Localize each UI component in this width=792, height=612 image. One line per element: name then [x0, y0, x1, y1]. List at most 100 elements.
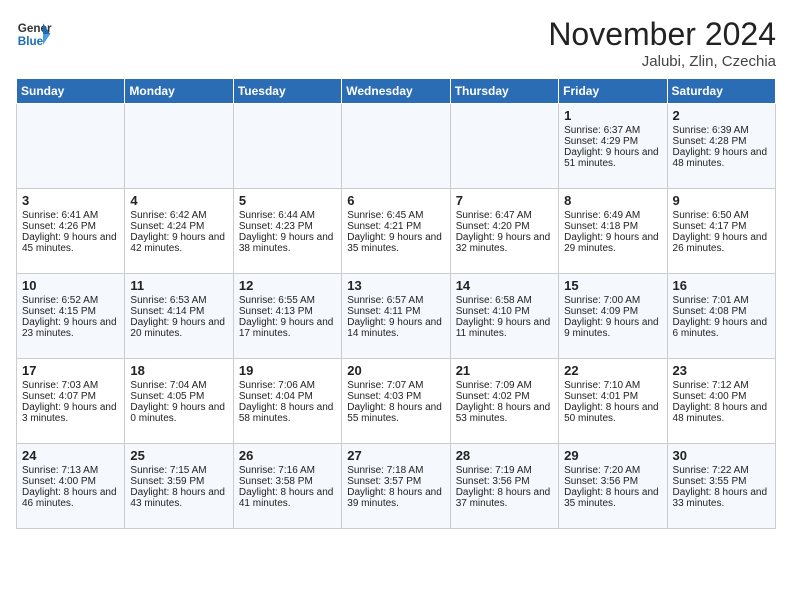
weekday-header-cell: Tuesday: [233, 79, 341, 104]
calendar-cell: [342, 104, 450, 189]
day-info: Sunset: 4:04 PM: [239, 391, 336, 402]
calendar-cell: 15Sunrise: 7:00 AMSunset: 4:09 PMDayligh…: [559, 274, 667, 359]
day-number: 18: [130, 363, 227, 378]
calendar-cell: 12Sunrise: 6:55 AMSunset: 4:13 PMDayligh…: [233, 274, 341, 359]
calendar-cell: 22Sunrise: 7:10 AMSunset: 4:01 PMDayligh…: [559, 359, 667, 444]
day-info: Daylight: 9 hours and 48 minutes.: [673, 147, 770, 169]
day-info: Sunset: 4:29 PM: [564, 136, 661, 147]
day-info: Sunrise: 7:09 AM: [456, 380, 553, 391]
day-number: 19: [239, 363, 336, 378]
day-info: Sunset: 3:57 PM: [347, 476, 444, 487]
logo: General Blue: [16, 16, 52, 52]
day-info: Daylight: 9 hours and 11 minutes.: [456, 317, 553, 339]
day-info: Sunset: 4:00 PM: [673, 391, 770, 402]
calendar-cell: 14Sunrise: 6:58 AMSunset: 4:10 PMDayligh…: [450, 274, 558, 359]
weekday-header-cell: Wednesday: [342, 79, 450, 104]
month-title: November 2024: [548, 16, 776, 53]
day-info: Sunset: 4:28 PM: [673, 136, 770, 147]
day-info: Sunset: 3:59 PM: [130, 476, 227, 487]
day-info: Sunrise: 7:12 AM: [673, 380, 770, 391]
day-info: Sunset: 4:23 PM: [239, 221, 336, 232]
day-info: Sunrise: 7:19 AM: [456, 465, 553, 476]
day-info: Daylight: 8 hours and 43 minutes.: [130, 487, 227, 509]
day-number: 30: [673, 448, 770, 463]
day-info: Daylight: 9 hours and 6 minutes.: [673, 317, 770, 339]
day-number: 11: [130, 278, 227, 293]
day-info: Sunrise: 7:16 AM: [239, 465, 336, 476]
calendar-cell: [450, 104, 558, 189]
weekday-header-cell: Saturday: [667, 79, 775, 104]
day-info: Sunrise: 6:39 AM: [673, 125, 770, 136]
day-number: 8: [564, 193, 661, 208]
calendar-cell: 25Sunrise: 7:15 AMSunset: 3:59 PMDayligh…: [125, 444, 233, 529]
day-info: Daylight: 8 hours and 39 minutes.: [347, 487, 444, 509]
day-info: Sunrise: 7:04 AM: [130, 380, 227, 391]
day-number: 24: [22, 448, 119, 463]
calendar-cell: 26Sunrise: 7:16 AMSunset: 3:58 PMDayligh…: [233, 444, 341, 529]
day-info: Sunrise: 7:20 AM: [564, 465, 661, 476]
day-number: 9: [673, 193, 770, 208]
day-info: Daylight: 8 hours and 37 minutes.: [456, 487, 553, 509]
calendar-week-row: 3Sunrise: 6:41 AMSunset: 4:26 PMDaylight…: [17, 189, 776, 274]
day-info: Sunrise: 7:15 AM: [130, 465, 227, 476]
day-info: Daylight: 9 hours and 9 minutes.: [564, 317, 661, 339]
calendar-cell: 30Sunrise: 7:22 AMSunset: 3:55 PMDayligh…: [667, 444, 775, 529]
day-info: Daylight: 9 hours and 14 minutes.: [347, 317, 444, 339]
day-info: Daylight: 9 hours and 35 minutes.: [347, 232, 444, 254]
day-number: 15: [564, 278, 661, 293]
weekday-header-cell: Thursday: [450, 79, 558, 104]
day-info: Sunrise: 6:55 AM: [239, 295, 336, 306]
day-info: Daylight: 8 hours and 41 minutes.: [239, 487, 336, 509]
day-number: 4: [130, 193, 227, 208]
day-info: Sunset: 4:10 PM: [456, 306, 553, 317]
day-info: Daylight: 9 hours and 23 minutes.: [22, 317, 119, 339]
day-info: Sunset: 4:08 PM: [673, 306, 770, 317]
location: Jalubi, Zlin, Czechia: [548, 53, 776, 70]
day-info: Sunset: 4:01 PM: [564, 391, 661, 402]
day-info: Sunrise: 7:22 AM: [673, 465, 770, 476]
day-info: Daylight: 9 hours and 3 minutes.: [22, 402, 119, 424]
day-info: Daylight: 8 hours and 46 minutes.: [22, 487, 119, 509]
day-info: Sunrise: 7:00 AM: [564, 295, 661, 306]
day-info: Daylight: 8 hours and 35 minutes.: [564, 487, 661, 509]
calendar-cell: 20Sunrise: 7:07 AMSunset: 4:03 PMDayligh…: [342, 359, 450, 444]
page-header: General Blue November 2024 Jalubi, Zlin,…: [16, 16, 776, 70]
day-info: Sunset: 4:13 PM: [239, 306, 336, 317]
day-info: Daylight: 9 hours and 42 minutes.: [130, 232, 227, 254]
day-info: Sunrise: 7:07 AM: [347, 380, 444, 391]
day-info: Daylight: 8 hours and 50 minutes.: [564, 402, 661, 424]
day-info: Sunrise: 6:49 AM: [564, 210, 661, 221]
day-info: Sunset: 4:18 PM: [564, 221, 661, 232]
day-info: Sunrise: 6:41 AM: [22, 210, 119, 221]
calendar-cell: 29Sunrise: 7:20 AMSunset: 3:56 PMDayligh…: [559, 444, 667, 529]
calendar-week-row: 24Sunrise: 7:13 AMSunset: 4:00 PMDayligh…: [17, 444, 776, 529]
day-info: Sunset: 3:55 PM: [673, 476, 770, 487]
weekday-header-cell: Sunday: [17, 79, 125, 104]
day-info: Sunset: 4:05 PM: [130, 391, 227, 402]
day-info: Sunrise: 6:58 AM: [456, 295, 553, 306]
day-info: Sunset: 4:11 PM: [347, 306, 444, 317]
day-info: Sunrise: 6:37 AM: [564, 125, 661, 136]
day-number: 22: [564, 363, 661, 378]
calendar-cell: 8Sunrise: 6:49 AMSunset: 4:18 PMDaylight…: [559, 189, 667, 274]
weekday-header-row: SundayMondayTuesdayWednesdayThursdayFrid…: [17, 79, 776, 104]
day-info: Sunset: 4:00 PM: [22, 476, 119, 487]
day-info: Sunset: 4:20 PM: [456, 221, 553, 232]
calendar-cell: 19Sunrise: 7:06 AMSunset: 4:04 PMDayligh…: [233, 359, 341, 444]
calendar-cell: [125, 104, 233, 189]
calendar-cell: 24 Sunrise: 7:13 AMSunset: 4:00 PMDayligh…: [17, 444, 125, 529]
day-info: Sunrise: 6:42 AM: [130, 210, 227, 221]
day-info: Sunset: 4:02 PM: [456, 391, 553, 402]
calendar-cell: 13Sunrise: 6:57 AMSunset: 4:11 PMDayligh…: [342, 274, 450, 359]
day-number: 10: [22, 278, 119, 293]
day-info: Sunset: 3:56 PM: [456, 476, 553, 487]
day-info: Sunset: 4:17 PM: [673, 221, 770, 232]
calendar-cell: 18Sunrise: 7:04 AMSunset: 4:05 PMDayligh…: [125, 359, 233, 444]
day-info: Sunrise: 7:06 AM: [239, 380, 336, 391]
day-info: Sunrise: 7:13 AM: [22, 465, 119, 476]
day-number: 16: [673, 278, 770, 293]
calendar-cell: 17Sunrise: 7:03 AMSunset: 4:07 PMDayligh…: [17, 359, 125, 444]
day-number: 13: [347, 278, 444, 293]
calendar-cell: 21Sunrise: 7:09 AMSunset: 4:02 PMDayligh…: [450, 359, 558, 444]
calendar-body: 1Sunrise: 6:37 AMSunset: 4:29 PMDaylight…: [17, 104, 776, 529]
